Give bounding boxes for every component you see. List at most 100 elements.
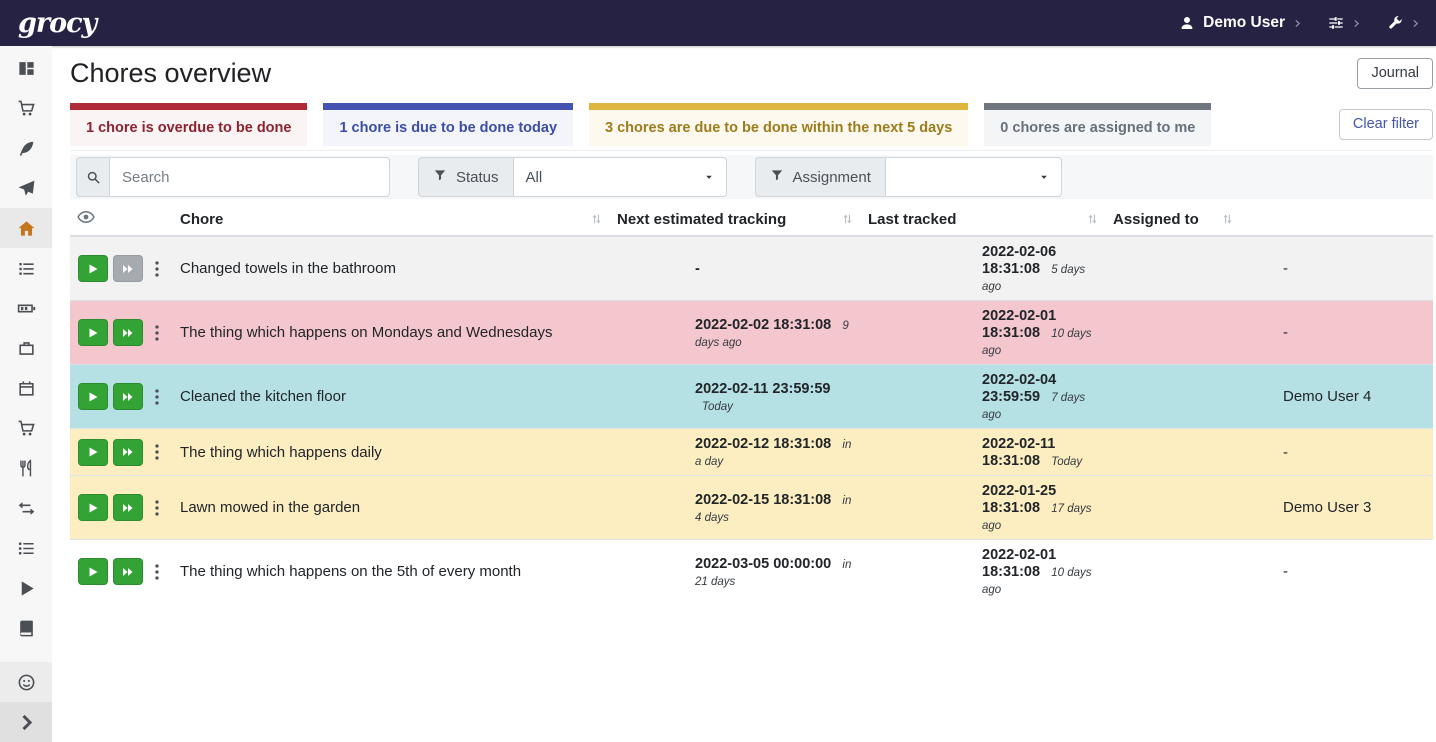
track-execution-button[interactable] — [78, 383, 108, 410]
purchase-icon — [17, 419, 36, 438]
column-header-last-tracked[interactable]: Last tracked — [860, 203, 1105, 236]
skip-execution-button[interactable] — [113, 319, 143, 346]
wrench-icon — [1387, 15, 1403, 31]
sliders-icon — [1328, 15, 1344, 31]
sidebar-item-tasks[interactable] — [0, 248, 52, 288]
assigned-to-value: Demo User 4 — [1283, 388, 1371, 405]
summary-card-label: 3 chores are due to be done within the n… — [605, 120, 952, 136]
sidebar-item-meal-plan[interactable] — [0, 168, 52, 208]
chevron-right-icon — [17, 713, 36, 732]
row-menu-button[interactable] — [152, 386, 162, 408]
caret-down-icon — [704, 172, 714, 182]
summary-card-assigned-to-me[interactable]: 0 chores are assigned to me — [984, 103, 1211, 146]
sidebar-item-equipment[interactable] — [0, 328, 52, 368]
chevron-right-icon — [1352, 18, 1361, 29]
last-tracked-datetime: 2022-02-11 18:31:08 — [982, 436, 1055, 469]
row-menu-button[interactable] — [152, 441, 162, 463]
column-header-assigned-to[interactable]: Assigned to — [1105, 203, 1240, 236]
chore-name: The thing which happens on the 5th of ev… — [172, 540, 609, 604]
summary-card-due-today[interactable]: 1 chore is due to be done today — [323, 103, 573, 146]
next-estimated-tracking-cell: 2022-03-05 00:00:00 in 21 days — [609, 540, 860, 604]
calendar-icon — [17, 379, 36, 398]
sidebar-item-chore-tracking[interactable] — [0, 568, 52, 608]
chevron-right-icon — [1293, 18, 1302, 29]
last-tracked-relative: Today — [1051, 456, 1082, 468]
assigned-to-value: - — [1283, 260, 1288, 277]
next-estimated-tracking-cell: 2022-02-02 18:31:08 9 days ago — [609, 301, 860, 365]
status-select[interactable]: All — [513, 157, 727, 197]
row-menu-button[interactable] — [152, 322, 162, 344]
inventory-icon — [17, 539, 36, 558]
clear-filter-button[interactable]: Clear filter — [1339, 109, 1433, 141]
skip-execution-button[interactable] — [113, 439, 143, 466]
settings-menu[interactable] — [1328, 15, 1361, 31]
chore-name: Lawn mowed in the garden — [172, 476, 609, 540]
column-visibility-eye-icon[interactable] — [77, 210, 95, 224]
sidebar-item-purchase[interactable] — [0, 408, 52, 448]
sidebar-item-expand-sidebar[interactable] — [0, 702, 52, 742]
chore-row: Lawn mowed in the garden 2022-02-15 18:3… — [70, 476, 1433, 540]
filter-funnel-icon — [433, 168, 447, 186]
sidebar-item-feedback[interactable] — [0, 662, 52, 702]
sidebar-item-recipes[interactable] — [0, 128, 52, 168]
sidebar-item-shopping-list[interactable] — [0, 88, 52, 128]
sidebar-item-calendar[interactable] — [0, 368, 52, 408]
row-menu-button[interactable] — [152, 497, 162, 519]
track-execution-button[interactable] — [78, 255, 108, 282]
search-icon — [76, 157, 109, 197]
next-tracking-datetime: - — [695, 261, 700, 277]
track-execution-button[interactable] — [78, 319, 108, 346]
row-menu-button[interactable] — [152, 258, 162, 280]
sidebar-item-chores-overview[interactable] — [0, 208, 52, 248]
user-menu[interactable]: Demo User — [1179, 14, 1302, 32]
admin-menu[interactable] — [1387, 15, 1420, 31]
tasks-icon — [17, 259, 36, 278]
grocy-logo[interactable]: grocy — [18, 10, 96, 37]
summary-card-due-soon[interactable]: 3 chores are due to be done within the n… — [589, 103, 968, 146]
row-menu-button[interactable] — [152, 561, 162, 583]
last-tracked-cell: 2022-01-25 18:31:08 17 days ago — [860, 476, 1105, 540]
track-execution-button[interactable] — [78, 558, 108, 585]
sidebar-bottom — [0, 662, 52, 742]
sidebar-item-transfer[interactable] — [0, 488, 52, 528]
column-header-next-estimated-tracking[interactable]: Next estimated tracking — [609, 203, 860, 236]
last-tracked-datetime: 2022-01-25 18:31:08 — [982, 483, 1056, 516]
skip-execution-button[interactable] — [113, 494, 143, 521]
sort-icon — [1221, 213, 1234, 226]
last-tracked-cell: 2022-02-06 18:31:08 5 days ago — [860, 236, 1105, 301]
consume-icon — [17, 459, 36, 478]
chore-row: Cleaned the kitchen floor 2022-02-11 23:… — [70, 365, 1433, 429]
stock-overview-icon — [17, 59, 36, 78]
next-tracking-relative: Today — [702, 401, 733, 413]
track-execution-button[interactable] — [78, 439, 108, 466]
transfer-icon — [17, 499, 36, 518]
assigned-to-cell: Demo User 4 — [1105, 365, 1433, 429]
summary-card-label: 0 chores are assigned to me — [1000, 120, 1195, 136]
column-header-chore[interactable]: Chore — [172, 203, 609, 236]
assigned-to-cell: - — [1105, 540, 1433, 604]
summary-cards-row: 1 chore is overdue to be done 1 chore is … — [70, 103, 1433, 151]
filter-funnel-icon — [770, 168, 784, 186]
track-execution-button[interactable] — [78, 494, 108, 521]
assignment-select[interactable] — [885, 157, 1062, 197]
sidebar-item-battery-tracking[interactable] — [0, 608, 52, 648]
sidebar-item-inventory[interactable] — [0, 528, 52, 568]
sidebar-item-batteries-overview[interactable] — [0, 288, 52, 328]
table-header-row: Chore Next estimated tracking Last track… — [70, 203, 1433, 236]
batteries-overview-icon — [17, 299, 36, 318]
next-tracking-datetime: 2022-02-11 23:59:59 — [695, 381, 830, 397]
chores-table: Chore Next estimated tracking Last track… — [70, 203, 1433, 603]
main-content: Chores overview Journal 1 chore is overd… — [52, 46, 1436, 742]
next-estimated-tracking-cell: - — [609, 236, 860, 301]
page-title: Chores overview — [70, 56, 271, 91]
next-estimated-tracking-cell: 2022-02-12 18:31:08 in a day — [609, 429, 860, 476]
sidebar-item-consume[interactable] — [0, 448, 52, 488]
summary-card-overdue[interactable]: 1 chore is overdue to be done — [70, 103, 307, 146]
journal-button[interactable]: Journal — [1357, 58, 1433, 90]
search-input[interactable] — [109, 157, 390, 197]
skip-execution-button[interactable] — [113, 383, 143, 410]
skip-execution-button[interactable] — [113, 558, 143, 585]
sort-icon — [841, 213, 854, 226]
chore-tracking-icon — [17, 579, 36, 598]
sidebar-item-stock-overview[interactable] — [0, 48, 52, 88]
